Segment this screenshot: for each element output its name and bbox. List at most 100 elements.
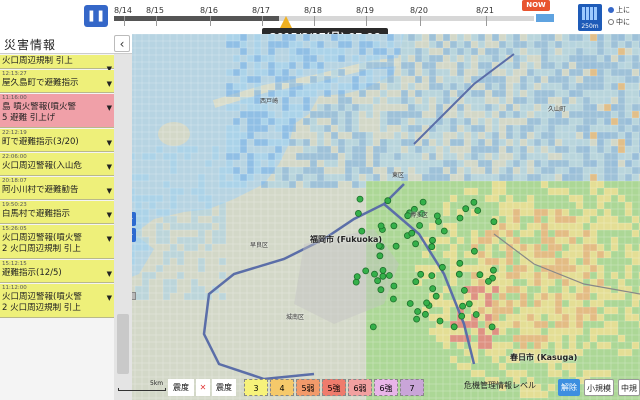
- observation-point-icon[interactable]: [406, 300, 414, 307]
- observation-point-icon[interactable]: [353, 273, 361, 281]
- observation-point-icon[interactable]: [377, 222, 385, 230]
- observation-point-icon[interactable]: [423, 299, 431, 307]
- observation-point-icon[interactable]: [484, 277, 492, 285]
- observation-point-icon[interactable]: [356, 195, 364, 203]
- observation-point-icon[interactable]: [438, 263, 446, 271]
- observation-point-icon[interactable]: [392, 242, 400, 250]
- observation-point-icon[interactable]: [474, 207, 482, 214]
- mesh-size-button[interactable]: 250m: [578, 4, 602, 31]
- expand-arrow-icon[interactable]: ▼: [107, 294, 112, 302]
- observation-point-icon[interactable]: [462, 205, 470, 213]
- observation-point-icon[interactable]: [414, 308, 422, 315]
- expand-arrow-icon[interactable]: ▼: [107, 104, 112, 112]
- now-button[interactable]: NOW: [522, 0, 550, 11]
- observation-point-icon[interactable]: [465, 300, 473, 308]
- observation-point-icon[interactable]: [408, 229, 416, 237]
- expand-arrow-icon[interactable]: ▼: [107, 163, 112, 171]
- shindo-level-1[interactable]: 4: [270, 379, 294, 396]
- disaster-entry[interactable]: 20:18:07 阿小川村で避難勧告 ▼: [0, 177, 114, 200]
- observation-point-icon[interactable]: [384, 197, 392, 205]
- observation-point-icon[interactable]: [377, 286, 385, 294]
- observation-point-icon[interactable]: [460, 286, 468, 294]
- close-icon[interactable]: ✕: [196, 379, 210, 396]
- observation-point-icon[interactable]: [470, 247, 478, 255]
- disaster-entry[interactable]: 11:16:00 島 噴火警報(噴火警 5 避難 引上げ ▼: [0, 94, 114, 128]
- shindo-level-6[interactable]: 7: [400, 379, 424, 396]
- disaster-entry[interactable]: 22:12:19 町で避難指示(3/20) ▼: [0, 129, 114, 152]
- disaster-entry[interactable]: 15:26:05 火口周辺警報(噴火警 2 火口周辺規制 引上 ▼: [0, 225, 114, 259]
- observation-point-icon[interactable]: [456, 259, 464, 267]
- radio-down[interactable]: 中に: [608, 17, 630, 27]
- observation-point-icon[interactable]: [389, 295, 397, 303]
- chevron-left-icon[interactable]: ‹: [114, 35, 130, 52]
- observation-point-icon[interactable]: [450, 323, 458, 331]
- expand-arrow-icon[interactable]: ▼: [107, 139, 112, 147]
- observation-point-icon[interactable]: [419, 198, 427, 206]
- observation-point-icon[interactable]: [379, 266, 387, 274]
- observation-point-icon[interactable]: [429, 236, 436, 244]
- shindo-level-2[interactable]: 5弱: [296, 379, 320, 396]
- disaster-entry[interactable]: 11:12:00 火口周辺警報(噴火警 2 火口周辺規制 引上 ▼: [0, 284, 114, 318]
- map-view[interactable]: 福岡市 (Fukuoka) 春日市 (Kasuga) 久山町 西戸崎 早良区 城…: [114, 34, 640, 400]
- observation-point-icon[interactable]: [440, 227, 448, 235]
- observation-point-icon[interactable]: [376, 252, 384, 260]
- observation-point-icon[interactable]: [456, 214, 464, 222]
- observation-point-icon[interactable]: [371, 270, 378, 278]
- expand-arrow-icon[interactable]: ▼: [107, 187, 112, 195]
- observation-point-icon[interactable]: [488, 323, 496, 331]
- disaster-entry[interactable]: 22:06:00 火口周辺警報(入山危 ▼: [0, 153, 114, 176]
- observation-point-icon[interactable]: [379, 272, 387, 280]
- timeline-track[interactable]: [114, 16, 534, 21]
- observation-point-icon[interactable]: [458, 312, 466, 320]
- observation-point-icon[interactable]: [490, 218, 498, 226]
- observation-point-icon[interactable]: [354, 209, 362, 217]
- observation-point-icon[interactable]: [412, 278, 420, 286]
- observation-point-icon[interactable]: [432, 292, 440, 300]
- shindo-level-5[interactable]: 6強: [374, 379, 398, 396]
- timeline-tick-mark: [314, 16, 315, 26]
- observation-point-icon[interactable]: [390, 282, 398, 290]
- shindo-level-0[interactable]: 3: [244, 379, 268, 396]
- observation-point-icon[interactable]: [416, 222, 424, 229]
- observation-point-icon[interactable]: [412, 240, 420, 248]
- observation-point-icon[interactable]: [385, 272, 393, 279]
- observation-point-icon[interactable]: [459, 302, 467, 310]
- risk-clear-button[interactable]: 解除: [558, 379, 580, 396]
- observation-point-icon[interactable]: [362, 267, 370, 275]
- observation-point-icon[interactable]: [428, 243, 436, 251]
- observation-point-icon[interactable]: [429, 285, 437, 293]
- radio-up[interactable]: 上に: [608, 5, 630, 15]
- observation-point-icon[interactable]: [374, 277, 382, 285]
- observation-point-icon[interactable]: [369, 323, 377, 331]
- observation-point-icon[interactable]: [417, 270, 425, 278]
- timeline-handle[interactable]: [280, 16, 292, 28]
- observation-point-icon[interactable]: [390, 222, 398, 230]
- observation-point-icon[interactable]: [433, 212, 441, 220]
- disaster-entry[interactable]: 火口周辺規制 引上 ▼: [0, 55, 114, 73]
- expand-arrow-icon[interactable]: ▼: [107, 80, 112, 88]
- expand-arrow-icon[interactable]: ▼: [107, 211, 112, 219]
- expand-arrow-icon[interactable]: ▼: [107, 270, 112, 278]
- disaster-entry[interactable]: 19:50:23 白馬村で避難指示 ▼: [0, 201, 114, 224]
- shindo-level-4[interactable]: 6弱: [348, 379, 372, 396]
- observation-point-icon[interactable]: [436, 317, 444, 325]
- observation-point-icon[interactable]: [428, 272, 436, 280]
- disaster-entry[interactable]: 12:13:27 屋久島町で避難指示 ▼: [0, 70, 114, 93]
- observation-point-icon[interactable]: [472, 311, 480, 318]
- disaster-entry[interactable]: 15:12:15 避難指示(12/5) ▼: [0, 260, 114, 283]
- pause-button[interactable]: ❚❚: [84, 5, 108, 27]
- expand-arrow-icon[interactable]: ▼: [107, 235, 112, 243]
- panel-scrollbar[interactable]: [114, 54, 132, 400]
- observation-point-icon[interactable]: [421, 310, 429, 318]
- observation-point-icon[interactable]: [352, 278, 360, 286]
- scrollbar-thumb[interactable]: [117, 314, 129, 374]
- shindo-level-3[interactable]: 5強: [322, 379, 346, 396]
- risk-mid-button[interactable]: 中規: [618, 379, 640, 396]
- risk-small-button[interactable]: 小規模: [584, 379, 614, 396]
- observation-point-icon[interactable]: [470, 198, 478, 206]
- observation-point-icon[interactable]: [435, 218, 442, 225]
- observation-point-icon[interactable]: [413, 315, 421, 323]
- observation-point-icon[interactable]: [476, 271, 484, 279]
- observation-point-icon[interactable]: [489, 266, 497, 274]
- observation-point-icon[interactable]: [455, 270, 463, 278]
